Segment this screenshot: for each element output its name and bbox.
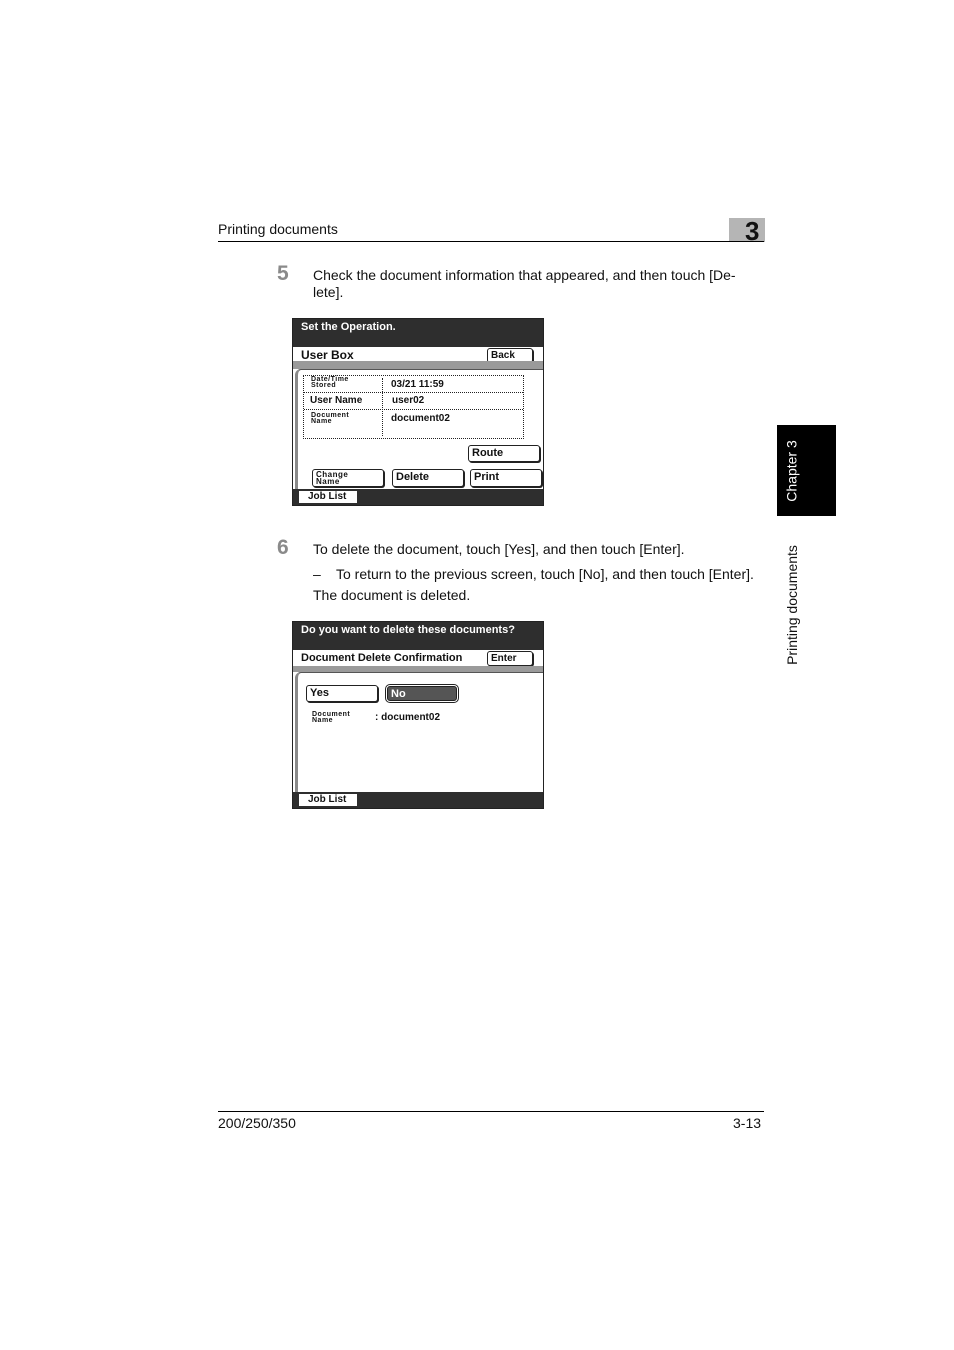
- user-box-screen: Set the Operation. User Box Back Date/Ti…: [292, 318, 544, 506]
- date-time-value: 03/21 11:59: [391, 379, 444, 390]
- user-name-value: user02: [392, 395, 425, 406]
- job-list-tab[interactable]: Job List: [299, 491, 357, 503]
- label-line: Stored: [311, 382, 337, 389]
- yes-button[interactable]: Yes: [306, 685, 378, 702]
- document-name-value: document02: [391, 413, 450, 424]
- screen-body: Yes No Document Name : document02: [295, 672, 543, 794]
- job-list-tab[interactable]: Job List: [299, 794, 357, 806]
- label-line: Name: [312, 717, 334, 724]
- bottom-bar: Job List: [293, 489, 543, 505]
- user-name-label: User Name: [310, 395, 363, 406]
- screen-title: Do you want to delete these documents?: [293, 622, 543, 650]
- side-chapter-label-wrap: Chapter 3: [777, 425, 807, 516]
- row-divider: [304, 409, 523, 410]
- step-number: 6: [277, 536, 289, 559]
- column-divider: [382, 378, 383, 436]
- footer-rule: [218, 1111, 764, 1112]
- header-rule: [218, 241, 764, 242]
- delete-confirmation-screen: Do you want to delete these documents? D…: [292, 621, 544, 809]
- document-info-table: Date/Time Stored 03/21 11:59 User Name u…: [303, 375, 524, 439]
- label-line: Name: [311, 418, 333, 425]
- date-time-label: Date/Time Stored: [311, 376, 349, 389]
- change-name-button[interactable]: Change Name: [312, 469, 384, 487]
- no-button[interactable]: No: [385, 684, 459, 703]
- document-name-label: Document Name: [311, 412, 349, 425]
- delete-button[interactable]: Delete: [392, 469, 464, 487]
- divider-bar: [293, 361, 543, 369]
- side-chapter-label: Chapter 3: [784, 439, 801, 502]
- footer-page-number: 3-13: [733, 1115, 762, 1131]
- step-text-line: lete].: [313, 284, 344, 300]
- screen-title: Set the Operation.: [293, 319, 543, 347]
- route-button[interactable]: Route: [468, 445, 540, 462]
- step-text-line: Check the document information that appe…: [313, 267, 736, 283]
- print-button[interactable]: Print: [470, 469, 542, 487]
- document-name-label: Document Name: [312, 711, 350, 724]
- running-header-title: Printing documents: [218, 221, 338, 237]
- sub-bullet-text: To return to the previous screen, touch …: [336, 566, 754, 582]
- step-text: To delete the document, touch [Yes], and…: [313, 541, 685, 557]
- document-name-value: : document02: [375, 712, 441, 723]
- row-divider: [304, 392, 523, 393]
- bottom-bar: Job List: [293, 792, 543, 808]
- step-number: 5: [277, 262, 289, 285]
- enter-button[interactable]: Enter: [487, 651, 533, 666]
- screen-body: Date/Time Stored 03/21 11:59 User Name u…: [295, 369, 543, 491]
- side-section-label: Printing documents: [784, 545, 800, 665]
- step-text: Check the document information that appe…: [313, 267, 736, 301]
- button-label-line: Name: [316, 477, 340, 486]
- side-section-label-wrap: Printing documents: [777, 530, 807, 680]
- sub-bullet-dash: –: [313, 566, 321, 582]
- step-result: The document is deleted.: [313, 587, 471, 603]
- chapter-number: 3: [745, 216, 760, 246]
- footer-model: 200/250/350: [218, 1115, 296, 1131]
